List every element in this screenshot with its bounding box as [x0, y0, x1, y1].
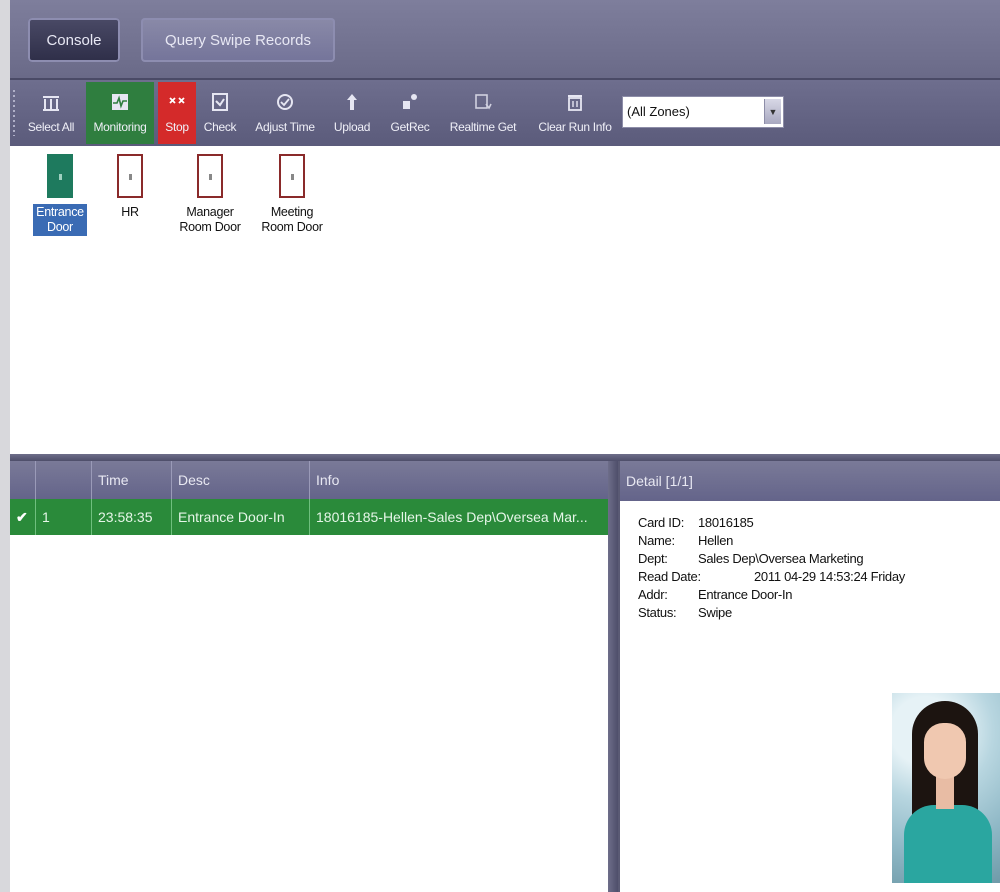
clear-run-info-button[interactable]: Clear Run Info: [530, 82, 620, 144]
get-records-icon: [398, 90, 422, 114]
column-header-time[interactable]: Time: [92, 461, 172, 499]
monitoring-label: Monitoring: [93, 120, 147, 134]
chevron-down-icon[interactable]: ▼: [764, 99, 781, 124]
column-header-check[interactable]: [10, 461, 36, 499]
detail-status: Status: Swipe: [638, 605, 732, 620]
door-closed-icon: [279, 154, 305, 198]
upload-label: Upload: [333, 120, 371, 134]
vertical-splitter[interactable]: [608, 461, 618, 892]
select-all-button[interactable]: Select All: [20, 82, 82, 144]
door-hr[interactable]: HR: [90, 150, 170, 221]
detail-panel: Detail [1/1] Card ID: 18016185 Name: Helle…: [618, 461, 1000, 892]
console-tab[interactable]: Console: [28, 18, 120, 62]
stop-label: Stop: [165, 120, 189, 134]
door-panel: Entrance Door HR Manager Room Door Meeting…: [10, 146, 1000, 454]
detail-header: Detail [1/1]: [620, 461, 1000, 501]
realtime-get-button[interactable]: Realtime Get: [440, 82, 526, 144]
query-swipe-records-tab[interactable]: Query Swipe Records: [141, 18, 335, 62]
door-open-icon: [47, 154, 73, 198]
check-button[interactable]: Check: [200, 82, 240, 144]
monitoring-icon: [108, 90, 132, 114]
column-header-desc[interactable]: Desc: [172, 461, 310, 499]
cardholder-photo: [892, 693, 1000, 883]
check-label: Check: [203, 120, 237, 134]
door-closed-icon: [197, 154, 223, 198]
row-time: 23:58:35: [92, 499, 172, 535]
adjust-time-button[interactable]: Adjust Time: [248, 82, 322, 144]
row-info: 18016185-Hellen-Sales Dep\Oversea Mar...: [316, 509, 588, 525]
toolbar: Select All Monitoring Stop Check Adjust: [10, 80, 1000, 146]
detail-read-date: Read Date: 2011 04-29 14:53:24 Friday: [638, 569, 905, 584]
getrec-button[interactable]: GetRec: [384, 82, 436, 144]
top-tab-bar: Console Query Swipe Records: [10, 0, 1000, 80]
app-window: Console Query Swipe Records Select All M…: [10, 0, 1000, 892]
door-entrance[interactable]: Entrance Door: [20, 150, 100, 236]
select-all-label: Select All: [27, 120, 75, 134]
row-desc: Entrance Door-In: [172, 499, 310, 535]
column-header-index[interactable]: [36, 461, 92, 499]
detail-addr: Addr: Entrance Door-In: [638, 587, 793, 602]
toolbar-grip[interactable]: [13, 90, 15, 136]
door-manager-room[interactable]: Manager Room Door: [170, 150, 250, 236]
door-name: HR: [121, 205, 139, 219]
check-icon: [208, 90, 232, 114]
getrec-label: GetRec: [390, 120, 430, 134]
trash-icon: [563, 90, 587, 114]
door-closed-icon: [117, 154, 143, 198]
upload-button[interactable]: Upload: [326, 82, 378, 144]
horizontal-splitter[interactable]: [10, 454, 1000, 461]
swipe-records-table: Time Desc Info ✔ 1 23:58:35 Entrance Doo…: [10, 461, 609, 892]
door-name: Entrance Door: [33, 204, 87, 236]
stop-icon: [165, 90, 189, 114]
stop-button[interactable]: Stop: [158, 82, 196, 144]
detail-name: Name: Hellen: [638, 533, 734, 548]
zone-select[interactable]: (All Zones) ▼: [622, 96, 784, 128]
clock-icon: [273, 90, 297, 114]
door-name: Meeting Room Door: [261, 205, 323, 234]
upload-arrow-icon: [340, 90, 364, 114]
table-header: Time Desc Info: [10, 461, 608, 499]
adjust-time-label: Adjust Time: [255, 120, 315, 134]
realtime-get-label: Realtime Get: [449, 120, 517, 134]
zone-select-value: (All Zones): [627, 104, 690, 119]
detail-card-id: Card ID: 18016185: [638, 515, 754, 530]
realtime-get-icon: [471, 90, 495, 114]
door-name: Manager Room Door: [179, 205, 241, 234]
door-meeting-room[interactable]: Meeting Room Door: [252, 150, 332, 236]
column-header-info[interactable]: Info: [310, 461, 608, 499]
monitoring-button[interactable]: Monitoring: [86, 82, 154, 144]
select-all-icon: [39, 90, 63, 114]
row-checkmark-icon: ✔: [10, 499, 36, 535]
detail-dept: Dept: Sales Dep\Oversea Marketing: [638, 551, 864, 566]
row-index: 1: [36, 499, 92, 535]
clear-run-info-label: Clear Run Info: [538, 120, 612, 134]
table-row[interactable]: ✔ 1 23:58:35 Entrance Door-In 18016185-H…: [10, 499, 608, 535]
